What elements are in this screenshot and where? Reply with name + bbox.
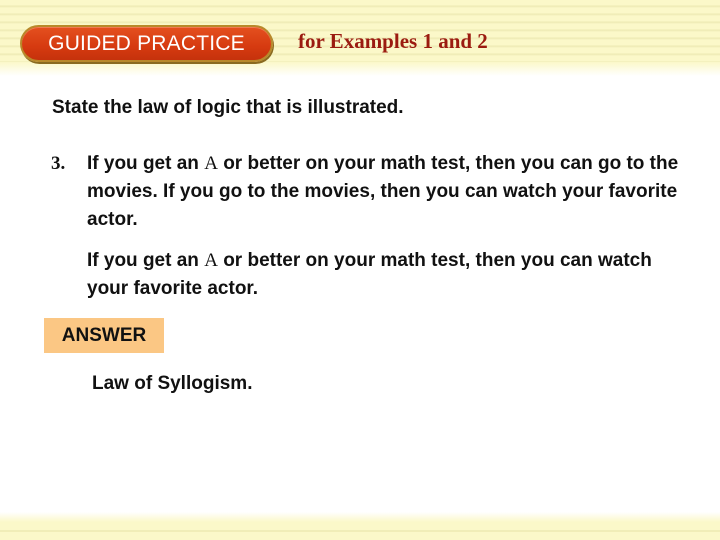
conclusion-text-part: If you get an	[87, 250, 205, 271]
problem-text-part: If you get an	[87, 153, 205, 174]
problem-statement: If you get an A or better on your math t…	[87, 150, 691, 234]
grade-a: A	[204, 250, 218, 271]
answer-badge: ANSWER	[44, 318, 164, 353]
header-fade	[0, 62, 720, 76]
examples-subtitle: for Examples 1 and 2	[298, 29, 488, 53]
footer-band	[0, 512, 720, 540]
guided-practice-label: GUIDED PRACTICE	[48, 31, 245, 55]
guided-practice-badge: GUIDED PRACTICE	[20, 25, 273, 62]
grade-a: A	[204, 153, 218, 174]
problem-number: 3.	[51, 153, 66, 174]
answer-text: Law of Syllogism.	[92, 373, 253, 394]
instruction-prompt: State the law of logic that is illustrat…	[52, 97, 404, 118]
problem-3: 3. If you get an A or better on your mat…	[51, 150, 691, 234]
conclusion-statement: If you get an A or better on your math t…	[87, 247, 687, 303]
answer-label: ANSWER	[61, 324, 147, 346]
